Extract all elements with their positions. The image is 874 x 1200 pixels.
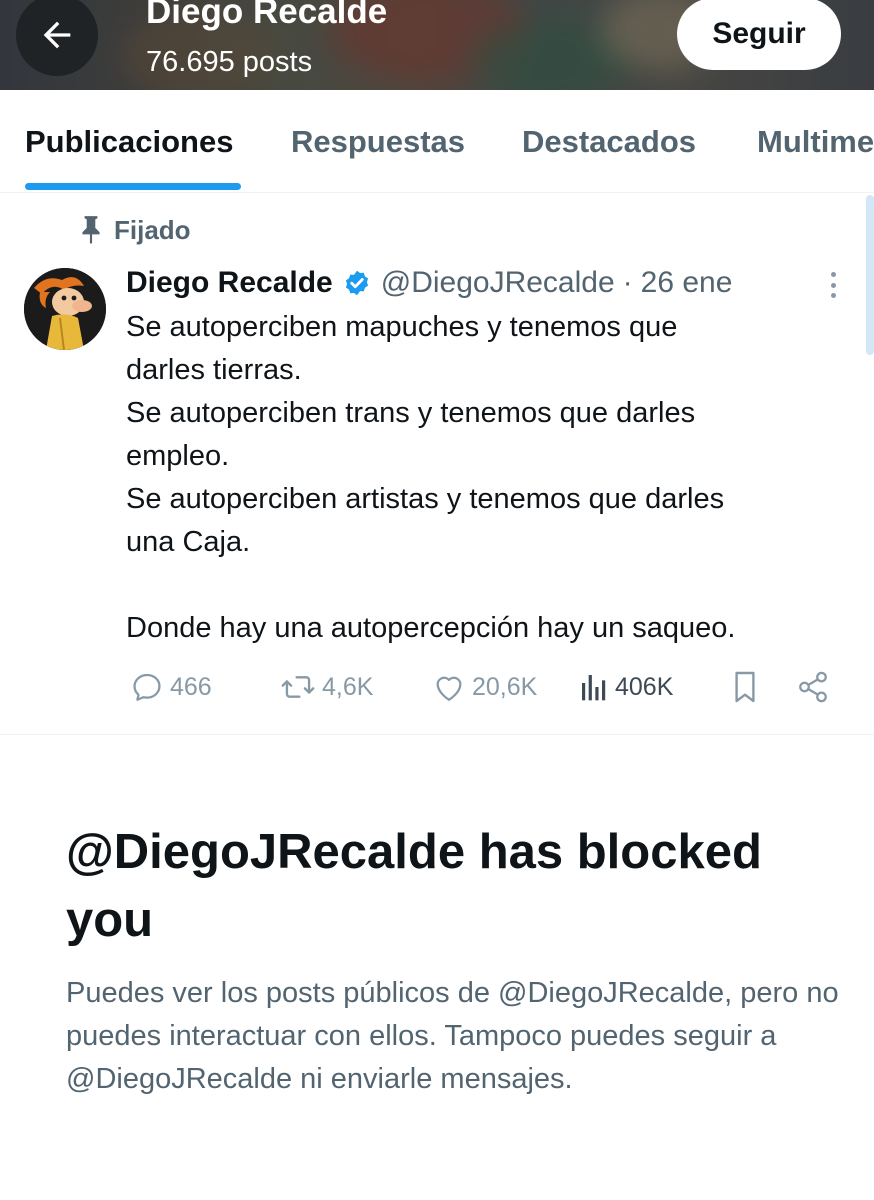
share-button[interactable] [796,664,830,710]
blocked-title: @DiegoJRecalde has blocked you [66,825,762,947]
profile-header: Diego Recalde 76.695 posts Seguir [0,0,874,90]
tab-multimedia[interactable]: Multime [757,90,874,193]
repost-icon [281,676,315,698]
tab-publicaciones[interactable]: Publicaciones [25,90,233,193]
scrollbar[interactable] [866,195,874,355]
tweet-action-bar: 466 4,6K 20,6K 406K [0,664,874,710]
reply-count: 466 [170,672,212,701]
verified-badge-shape [345,270,368,296]
tweet-text-line: Se autoperciben mapuches y tenemos que [126,311,678,343]
tweet-text-line: Se autoperciben artistas y tenemos que d… [126,483,725,515]
tweet-author-row: Diego Recalde @DiegoJRecalde · 26 ene [126,263,732,303]
section-divider [0,734,874,735]
pinned-indicator: Fijado [78,212,191,248]
profile-tabs: Publicaciones Respuestas Destacados Mult… [0,90,874,193]
tweet-date[interactable]: 26 ene [641,266,733,300]
repost-button[interactable]: 4,6K [280,664,373,710]
like-button[interactable]: 20,6K [432,664,537,710]
verified-badge-icon[interactable] [343,269,371,297]
reply-button[interactable]: 466 [130,664,212,710]
views-chart-icon [582,675,606,701]
avatar[interactable] [24,268,106,350]
share-icon [799,671,827,703]
repost-count: 4,6K [322,672,374,701]
blocked-description: Puedes ver los posts públicos de @DiegoJ… [66,977,839,1095]
pinned-label: Fijado [114,214,191,245]
views-button[interactable]: 406K [579,664,673,710]
more-options-button[interactable] [820,268,846,302]
tweet-text: Se autoperciben mapuches y tenemos que d… [126,306,846,650]
dot-separator: · [622,266,633,299]
tab-destacados[interactable]: Destacados [522,90,696,193]
follow-button[interactable]: Seguir [677,0,841,70]
heart-icon [436,676,462,701]
tweet-author-name[interactable]: Diego Recalde [126,266,333,300]
pin-icon [82,216,100,244]
arrow-left-icon [43,21,71,49]
more-dot-icon [830,272,836,277]
tweet-text-line: empleo. [126,440,230,472]
like-count: 20,6K [472,672,538,701]
avatar-caricature-image [24,268,106,350]
views-count: 406K [615,672,674,701]
tweet-text-blank-line [126,564,846,607]
tweet-text-line: Donde hay una autopercepción hay un saqu… [126,612,736,644]
tweet-text-line: darles tierras. [126,354,302,386]
header-post-count: 76.695 posts [146,46,313,78]
active-tab-indicator [25,183,241,190]
tweet-text-line: una Caja. [126,526,251,558]
more-dot-icon [830,293,836,298]
tweet-text-line: Se autoperciben trans y tenemos que darl… [126,397,696,429]
reply-icon [133,673,161,701]
tab-respuestas[interactable]: Respuestas [291,90,465,193]
bookmark-button[interactable] [731,664,759,710]
bookmark-icon [735,671,755,703]
more-dot-icon [830,282,836,288]
header-title: Diego Recalde [146,0,388,31]
tweet-author-handle[interactable]: @DiegoJRecalde [381,266,615,300]
